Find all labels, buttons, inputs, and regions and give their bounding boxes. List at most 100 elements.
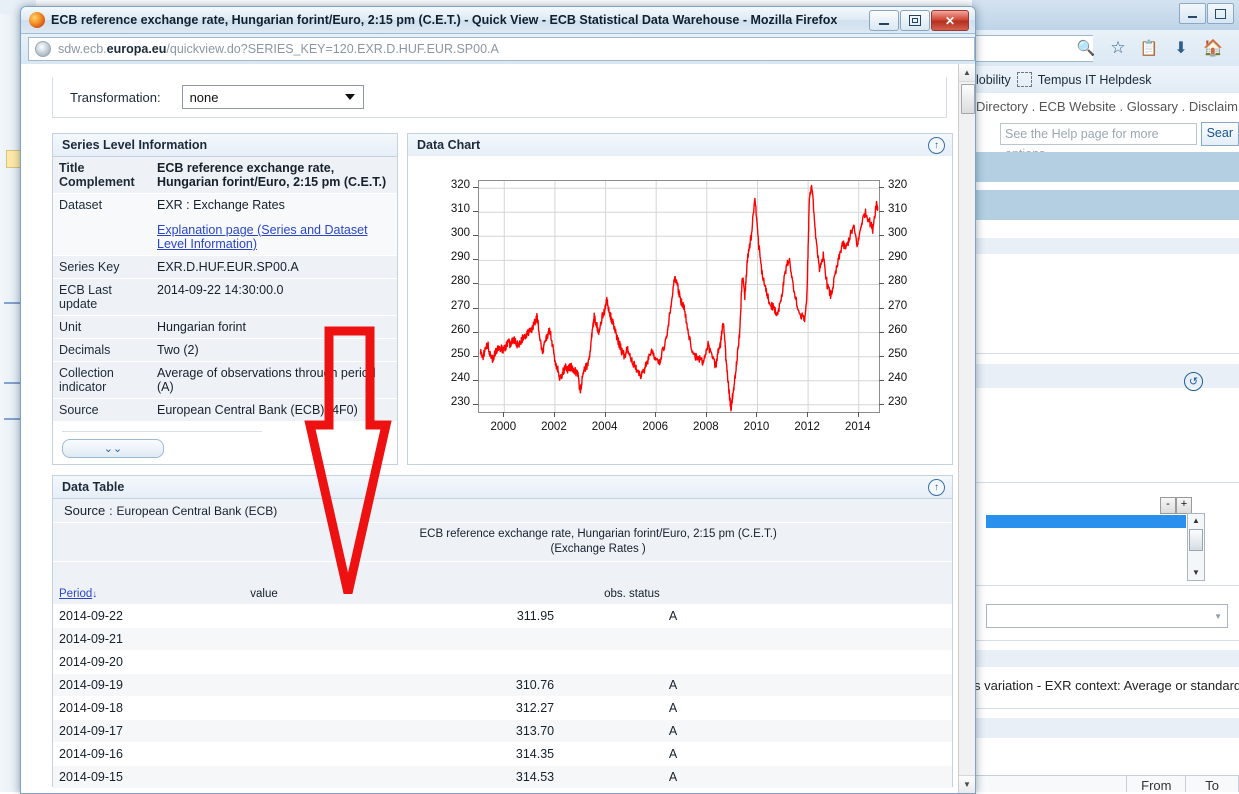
cell-value: 314.53 bbox=[244, 765, 599, 789]
site-links-label[interactable]: Directory . ECB Website . Glossary . Dis… bbox=[976, 99, 1238, 114]
series-panel-header: Series Level Information bbox=[53, 134, 397, 157]
collapse-up-icon[interactable]: ↑ bbox=[928, 479, 945, 496]
series-expand-button[interactable]: ⌄⌄ bbox=[62, 439, 164, 458]
footer-cell-from: From bbox=[1127, 776, 1187, 792]
zoom-in-button[interactable]: + bbox=[1176, 497, 1192, 514]
table-row: 2014-09-20 bbox=[53, 650, 952, 674]
background-band bbox=[972, 190, 1239, 220]
collapse-up-icon[interactable]: ↑ bbox=[928, 137, 945, 154]
column-header-value: value bbox=[244, 561, 599, 605]
search-input[interactable]: See the Help page for more options bbox=[1000, 123, 1197, 161]
maximize-button[interactable] bbox=[900, 10, 930, 31]
cell-status: A bbox=[598, 604, 952, 628]
home-icon[interactable]: 🏠 bbox=[1202, 37, 1224, 59]
transformation-select[interactable]: none bbox=[181, 85, 364, 109]
background-minimize-button[interactable] bbox=[1179, 3, 1206, 24]
y-axis-tick-label: 240 bbox=[450, 371, 470, 384]
y-axis-tick-label-right: 290 bbox=[888, 251, 908, 264]
bookmark-favicon-placeholder-icon bbox=[1016, 72, 1032, 87]
firefox-window[interactable]: ECB reference exchange rate, Hungarian f… bbox=[20, 6, 976, 794]
navigation-toolbar[interactable]: sdw.ecb. europa.eu/quickview.do?SERIES_KE… bbox=[21, 34, 975, 65]
minimize-button[interactable] bbox=[869, 10, 899, 31]
table-row: Collection indicator Average of observat… bbox=[53, 361, 397, 399]
row-key: Collection indicator bbox=[53, 361, 151, 399]
background-restore-button[interactable] bbox=[1207, 3, 1234, 24]
sort-descending-icon[interactable]: ↓ bbox=[92, 589, 97, 600]
background-body-text: s variation - EXR context: Average or st… bbox=[974, 678, 1239, 693]
explanation-page-link[interactable]: Explanation page (Series and Dataset Lev… bbox=[157, 223, 368, 251]
table-row: Series Key EXR.D.HUF.EUR.SP00.A bbox=[53, 255, 397, 279]
scroll-up-arrow-icon[interactable]: ▲ bbox=[1188, 514, 1204, 528]
chart-panel-title: Data Chart bbox=[417, 138, 481, 152]
web-page[interactable]: Transformation: none Series Level Inform… bbox=[21, 64, 959, 793]
y-axis-tick-label: 320 bbox=[450, 179, 470, 192]
scroll-down-arrow-icon[interactable]: ▼ bbox=[959, 775, 975, 793]
y-axis-tick-label-right: 250 bbox=[888, 347, 908, 360]
x-axis-tick-label: 2012 bbox=[794, 421, 820, 433]
cell-period: 2014-09-17 bbox=[53, 719, 245, 743]
cell-value: 314.35 bbox=[244, 742, 599, 766]
row-value: Two (2) bbox=[151, 338, 397, 362]
row-value: Average of observations through period (… bbox=[151, 361, 397, 399]
header-blank bbox=[53, 523, 245, 562]
url-prefix: sdw.ecb. bbox=[58, 42, 107, 56]
background-window-buttons[interactable] bbox=[1179, 3, 1235, 24]
x-axis-tick-mark bbox=[503, 412, 505, 417]
window-controls[interactable]: ✕ bbox=[868, 10, 969, 31]
transformation-bar: Transformation: none bbox=[52, 77, 947, 118]
y-axis-tick-label: 280 bbox=[450, 275, 470, 288]
column-header-period[interactable]: Period↓ bbox=[53, 561, 245, 605]
background-window-right[interactable]: 🔍 ☆ 📋 ⬇ 🏠 lobility Tempus IT Helpdesk Di… bbox=[972, 0, 1239, 792]
cell-status: A bbox=[598, 696, 952, 720]
y-axis-tick-label: 300 bbox=[450, 227, 470, 240]
selected-list-item[interactable] bbox=[986, 515, 1186, 528]
x-axis-tick-mark bbox=[857, 412, 859, 417]
search-icon[interactable]: 🔍 bbox=[1075, 37, 1097, 59]
search-button[interactable]: Sear bbox=[1200, 122, 1239, 146]
x-axis-tick-label: 2004 bbox=[591, 421, 618, 433]
scroll-down-arrow-icon[interactable]: ▼ bbox=[1188, 566, 1204, 580]
table-row: Unit Hungarian forint bbox=[53, 315, 397, 339]
table-row: 2014-09-14 bbox=[53, 788, 952, 793]
table-row: 2014-09-19 310.76 A bbox=[53, 673, 952, 697]
background-band bbox=[972, 238, 1239, 254]
scroll-up-arrow-icon[interactable]: ▲ bbox=[959, 64, 975, 82]
scrollbar-thumb[interactable] bbox=[1189, 529, 1203, 551]
browser-content[interactable]: Transformation: none Series Level Inform… bbox=[21, 64, 975, 793]
row-key: Decimals bbox=[53, 338, 151, 362]
library-icon[interactable]: 📋 bbox=[1138, 37, 1160, 59]
scrollbar-thumb[interactable] bbox=[961, 84, 975, 114]
bookmark-star-icon[interactable]: ☆ bbox=[1107, 37, 1129, 59]
close-button[interactable]: ✕ bbox=[931, 10, 969, 31]
row-key: Dataset bbox=[53, 193, 151, 256]
table-row: Decimals Two (2) bbox=[53, 338, 397, 362]
refresh-icon[interactable]: ↺ bbox=[1184, 372, 1203, 391]
cell-status bbox=[598, 627, 952, 651]
background-site-links[interactable]: Directory . ECB Website . Glossary . Dis… bbox=[972, 93, 1239, 119]
cell-status bbox=[598, 650, 952, 674]
download-arrow-icon[interactable]: ⬇ bbox=[1170, 37, 1192, 59]
window-titlebar[interactable]: ECB reference exchange rate, Hungarian f… bbox=[21, 7, 975, 34]
background-dropdown[interactable]: ▼ bbox=[986, 604, 1228, 628]
x-axis-tick-label: 2006 bbox=[642, 421, 668, 433]
y-axis-tick-mark bbox=[473, 355, 478, 357]
bookmark-item-tempus[interactable]: Tempus IT Helpdesk bbox=[1038, 73, 1152, 87]
page-scrollbar[interactable]: ▲ ▼ bbox=[958, 64, 975, 793]
data-table-source: Source : European Central Bank (ECB) bbox=[53, 499, 952, 523]
divider bbox=[972, 353, 1239, 354]
table-row: Source European Central Bank (ECB) (4F0) bbox=[53, 398, 397, 422]
background-bookmarks-bar[interactable]: lobility Tempus IT Helpdesk bbox=[972, 66, 1239, 93]
table-header-row: Period↓ value obs. status bbox=[53, 561, 952, 605]
listbox-scrollbar[interactable]: ▲ ▼ bbox=[1187, 513, 1205, 581]
period-sort-link[interactable]: Period bbox=[59, 588, 92, 600]
y-axis-tick-mark-right bbox=[879, 307, 884, 309]
cell-period: 2014-09-21 bbox=[53, 627, 245, 651]
background-band bbox=[972, 650, 1239, 667]
table-header-span-row: ECB reference exchange rate, Hungarian f… bbox=[53, 523, 952, 562]
zoom-out-button[interactable]: - bbox=[1160, 497, 1176, 514]
url-bar[interactable]: sdw.ecb. europa.eu/quickview.do?SERIES_KE… bbox=[28, 37, 975, 61]
x-axis-tick-mark bbox=[553, 412, 555, 417]
cell-period: 2014-09-18 bbox=[53, 696, 245, 720]
zoom-stepper[interactable]: - + bbox=[1160, 497, 1192, 514]
background-footer-table: From To bbox=[972, 775, 1239, 792]
